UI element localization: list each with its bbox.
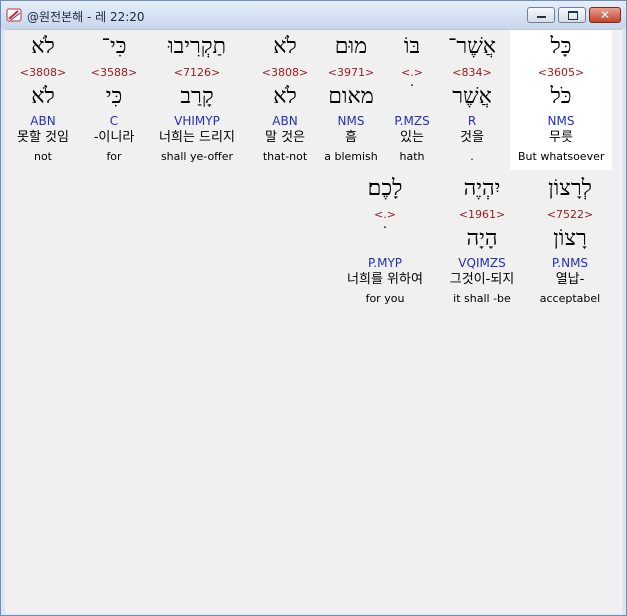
korean-gloss: 너희는 드리지 <box>159 130 235 145</box>
close-button[interactable]: ✕ <box>589 7 621 23</box>
lemma-word: קָרַב <box>180 84 214 109</box>
korean-gloss: 말 것은 <box>264 130 305 145</box>
hebrew-word: לָכֶם׃ <box>367 176 403 201</box>
morphology-code: ABN <box>272 114 298 128</box>
morphology-code: VQIMZS <box>458 256 506 270</box>
lemma-word: כֹּל <box>550 84 572 109</box>
lemma-word: הָיָה <box>466 226 498 251</box>
morphology-code: ABN <box>30 114 56 128</box>
strong-number[interactable]: <.> <box>336 208 434 222</box>
hebrew-word: כָּל <box>550 34 572 59</box>
morphology-code: P.NMS <box>551 256 589 270</box>
strong-number[interactable]: <1961> <box>439 208 525 222</box>
interlinear-view[interactable]: כָּל <3605> כֹּל NMS 무릇 But whatsoever א… <box>5 29 622 614</box>
hebrew-word: לֹא <box>273 34 297 59</box>
lemma-word: לֹא <box>273 84 297 109</box>
strong-number[interactable]: <3808> <box>242 66 328 80</box>
lemma-word: ׄ <box>336 224 434 254</box>
morphology-code: P.MYP <box>367 256 403 270</box>
english-gloss: acceptabel <box>539 292 601 305</box>
morphology-code: VHIMYP <box>174 114 220 128</box>
minimize-icon <box>528 8 554 22</box>
maximize-button[interactable] <box>558 7 586 23</box>
korean-gloss: 못할 것임 <box>17 130 69 145</box>
minimize-button[interactable] <box>527 7 555 23</box>
hebrew-word: לֹא <box>31 34 55 59</box>
strong-number[interactable]: <7126> <box>146 66 248 80</box>
english-gloss: that-not <box>262 150 308 163</box>
english-gloss: it shall -be <box>453 292 511 305</box>
english-gloss: for you <box>365 292 405 305</box>
app-window: @원전본해 - 레 22:20 ✕ כָּל <3605> כֹּל NMS 무… <box>0 0 627 616</box>
morphology-code: NMS <box>547 114 575 128</box>
strong-number[interactable]: <3808> <box>0 66 86 80</box>
korean-gloss: 그것이-되지 <box>449 272 515 287</box>
close-icon: ✕ <box>599 8 611 22</box>
hebrew-word: יִהְיֶה <box>463 176 501 201</box>
korean-gloss: 무릇 <box>549 130 573 145</box>
hebrew-word: לְרָצוֹן <box>548 176 592 201</box>
maximize-icon <box>559 8 585 22</box>
english-gloss: shall ye-offer <box>160 150 234 163</box>
scroll-app-icon <box>6 8 22 22</box>
strong-number[interactable]: <3605> <box>518 66 604 80</box>
window-title: @원전본해 - 레 22:20 <box>27 10 145 24</box>
lemma-word: לֹא <box>31 84 55 109</box>
english-gloss: But whatsoever <box>518 150 605 163</box>
title-bar[interactable]: @원전본해 - 레 22:20 ✕ <box>1 1 626 29</box>
korean-gloss: 열납- <box>555 272 585 287</box>
korean-gloss: 너희를 위하여 <box>347 272 423 287</box>
lemma-word: רָצוֹן <box>553 226 587 251</box>
hebrew-word: תַקְרִיבוּ <box>168 34 226 59</box>
english-gloss: not <box>33 150 52 163</box>
strong-number[interactable]: <7522> <box>527 208 613 222</box>
